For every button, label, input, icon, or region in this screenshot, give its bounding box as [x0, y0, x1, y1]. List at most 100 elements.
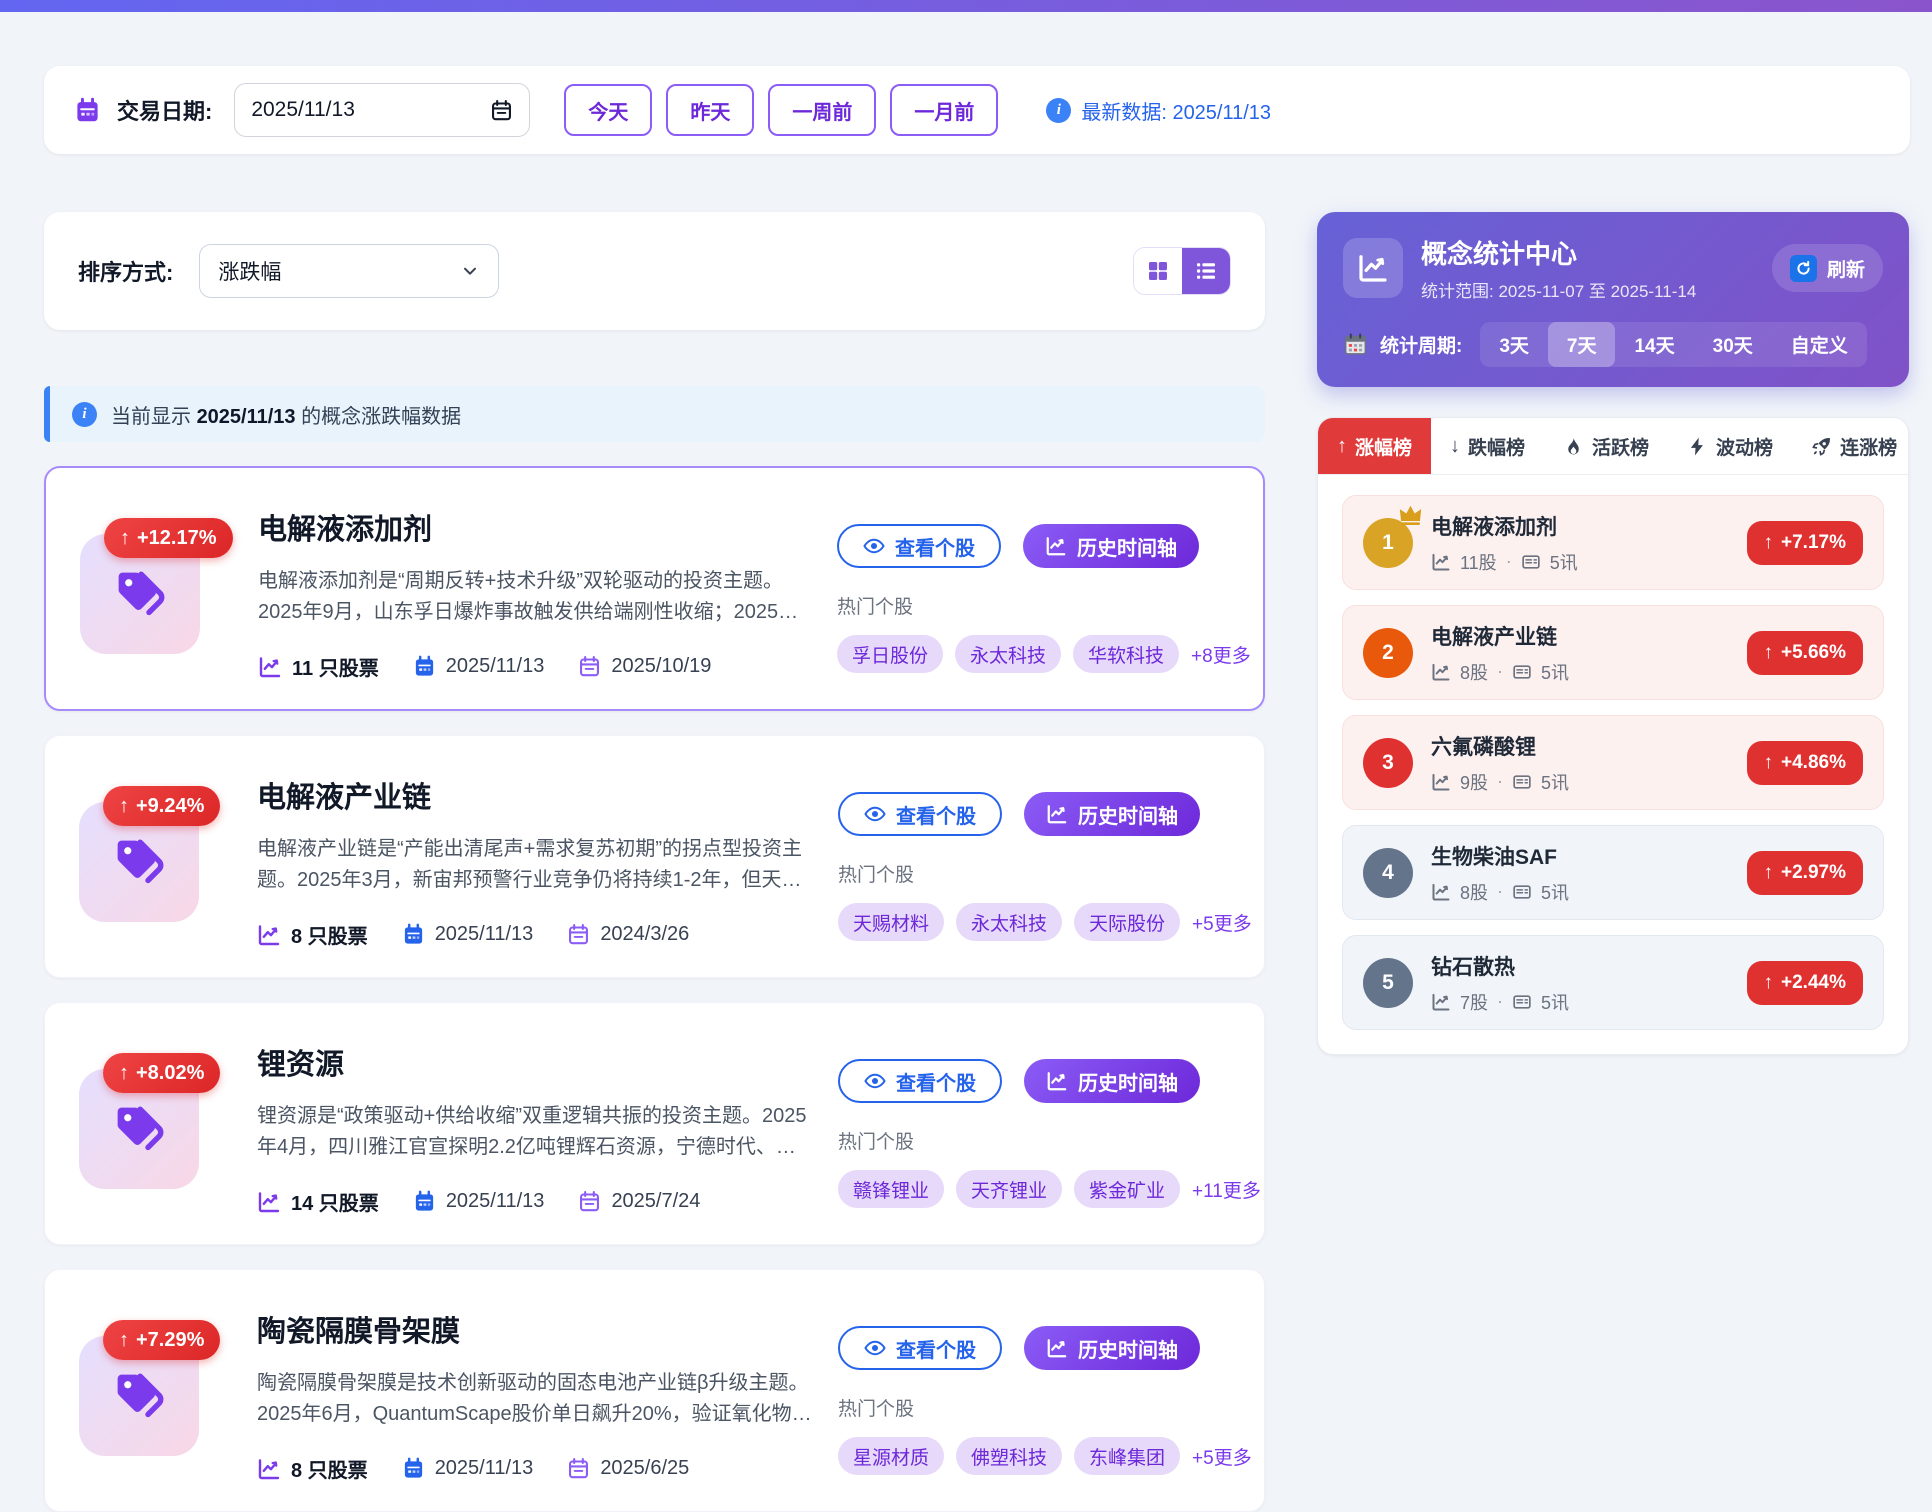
up-arrow-icon: ↑	[1764, 972, 1774, 994]
calendar-icon	[567, 1457, 590, 1480]
concept-title[interactable]: 锂资源	[257, 1041, 812, 1083]
more-stocks-link[interactable]: +11更多	[1192, 1176, 1261, 1203]
more-stocks-link[interactable]: +5更多	[1192, 1443, 1252, 1470]
create-date: 2025/10/19	[578, 655, 711, 678]
rank-item[interactable]: 4 生物柴油SAF 8股 · 5讯 ↑+2.97%	[1342, 825, 1884, 920]
flame-icon	[1563, 436, 1584, 457]
rank-concept-name: 电解液产业链	[1431, 621, 1729, 651]
stats-range: 统计范围: 2025-11-07 至 2025-11-14	[1421, 277, 1696, 302]
rank-item[interactable]: 1 电解液添加剂 11股 · 5讯 ↑+	[1342, 495, 1884, 590]
stock-chip[interactable]: 天赐材料	[838, 903, 944, 941]
calendar-icon	[578, 1190, 601, 1213]
view-stocks-button[interactable]: 查看个股	[837, 524, 1001, 568]
tab-streak[interactable]: 连涨榜	[1792, 418, 1909, 474]
period-label: 统计周期:	[1380, 331, 1462, 358]
grid-icon	[1146, 259, 1170, 283]
more-stocks-link[interactable]: +5更多	[1192, 909, 1252, 936]
chart-line-icon	[258, 655, 282, 679]
history-timeline-button[interactable]: 历史时间轴	[1024, 1059, 1200, 1103]
news-icon	[1512, 882, 1532, 902]
rank-number: 3	[1363, 738, 1413, 788]
stock-chip[interactable]: 天齐锂业	[956, 1170, 1062, 1208]
period-7d-button[interactable]: 7天	[1548, 322, 1616, 367]
tab-losers[interactable]: ↓跌幅榜	[1431, 418, 1544, 474]
stock-chip[interactable]: 赣锋锂业	[838, 1170, 944, 1208]
info-icon: i	[1046, 98, 1071, 123]
rank-change-badge: ↑+7.17%	[1747, 521, 1863, 565]
stock-chip[interactable]: 永太科技	[956, 903, 1062, 941]
week-ago-button[interactable]: 一周前	[768, 84, 876, 136]
today-button[interactable]: 今天	[564, 84, 652, 136]
eye-icon	[864, 1337, 886, 1359]
month-ago-button[interactable]: 一月前	[890, 84, 998, 136]
sort-label: 排序方式:	[78, 255, 173, 287]
calendar-icon	[74, 97, 101, 124]
history-timeline-button[interactable]: 历史时间轴	[1024, 792, 1200, 836]
refresh-button[interactable]: 刷新	[1772, 244, 1883, 292]
history-timeline-button[interactable]: 历史时间轴	[1024, 1326, 1200, 1370]
crown-icon	[1397, 501, 1424, 528]
news-icon	[1512, 992, 1532, 1012]
tab-gainers[interactable]: ↑涨幅榜	[1318, 418, 1431, 474]
banner-text: 当前显示 2025/11/13 的概念涨跌幅数据	[111, 400, 461, 429]
concept-card: ↑+7.29% 陶瓷隔膜骨架膜 陶瓷隔膜骨架膜是技术创新驱动的固态电池产业链β升…	[44, 1269, 1265, 1512]
concept-title[interactable]: 电解液添加剂	[258, 506, 811, 548]
create-date: 2025/6/25	[567, 1457, 689, 1480]
stock-chip[interactable]: 孚日股份	[837, 635, 943, 673]
grid-view-button[interactable]	[1134, 248, 1182, 294]
hot-stocks-chips: 孚日股份 永太科技 华软科技 +8更多	[837, 635, 1229, 673]
stock-chip[interactable]: 天际股份	[1074, 903, 1180, 941]
rank-item[interactable]: 5 钻石散热 7股 · 5讯 ↑+2.44%	[1342, 935, 1884, 1030]
date-filter-bar: 交易日期: 2025/11/13 今天 昨天 一周前 一月前 i 最新数据: 2…	[44, 66, 1910, 154]
info-icon: i	[72, 402, 97, 427]
refresh-icon	[1790, 255, 1817, 282]
trade-date-value: 2025/11/13	[251, 98, 355, 122]
period-custom-button[interactable]: 自定义	[1772, 322, 1867, 367]
tab-volatility[interactable]: 波动榜	[1668, 418, 1792, 474]
stock-chip[interactable]: 华软科技	[1073, 635, 1179, 673]
up-arrow-icon: ↑	[1764, 532, 1774, 554]
stock-chip[interactable]: 佛塑科技	[956, 1437, 1062, 1475]
up-arrow-icon: ↑	[1764, 862, 1774, 884]
concept-title[interactable]: 电解液产业链	[257, 774, 812, 816]
period-14d-button[interactable]: 14天	[1615, 322, 1693, 367]
sort-select[interactable]: 涨跌幅	[199, 244, 499, 298]
chart-line-icon	[1431, 882, 1451, 902]
date-picker-icon[interactable]	[490, 99, 513, 122]
change-badge: ↑+9.24%	[103, 786, 220, 826]
rank-item[interactable]: 3 六氟磷酸锂 9股 · 5讯 ↑+4.86%	[1342, 715, 1884, 810]
period-30d-button[interactable]: 30天	[1694, 322, 1772, 367]
rank-list: 1 电解液添加剂 11股 · 5讯 ↑+	[1318, 475, 1908, 1030]
stock-chip[interactable]: 紫金矿业	[1074, 1170, 1180, 1208]
view-stocks-button[interactable]: 查看个股	[838, 1059, 1002, 1103]
list-icon	[1194, 259, 1218, 283]
up-arrow-icon: ↑	[1764, 752, 1774, 774]
top-accent-bar	[0, 0, 1932, 12]
history-timeline-button[interactable]: 历史时间轴	[1023, 524, 1199, 568]
trade-date-input[interactable]: 2025/11/13	[234, 83, 530, 137]
calendar-icon	[578, 655, 601, 678]
create-date: 2024/3/26	[567, 923, 689, 946]
rank-board: ↑涨幅榜 ↓跌幅榜 活跃榜 波动榜 连涨榜 1	[1317, 417, 1909, 1055]
tab-active[interactable]: 活跃榜	[1544, 418, 1668, 474]
stock-chip[interactable]: 永太科技	[955, 635, 1061, 673]
rank-item[interactable]: 2 电解液产业链 8股 · 5讯 ↑+5.66%	[1342, 605, 1884, 700]
stock-chip[interactable]: 星源材质	[838, 1437, 944, 1475]
change-badge: ↑+8.02%	[103, 1053, 220, 1093]
hot-stocks-label: 热门个股	[838, 860, 1230, 887]
period-3d-button[interactable]: 3天	[1480, 322, 1548, 367]
latest-data-text: 最新数据: 2025/11/13	[1081, 96, 1271, 125]
change-badge: ↑+7.29%	[103, 1320, 220, 1360]
news-icon	[1521, 552, 1541, 572]
more-stocks-link[interactable]: +8更多	[1191, 641, 1251, 668]
view-stocks-button[interactable]: 查看个股	[838, 792, 1002, 836]
rank-concept-name: 电解液添加剂	[1431, 511, 1729, 541]
list-view-button[interactable]	[1182, 248, 1230, 294]
yesterday-button[interactable]: 昨天	[666, 84, 754, 136]
view-stocks-button[interactable]: 查看个股	[838, 1326, 1002, 1370]
up-arrow-icon: ↑	[119, 795, 129, 818]
concept-title[interactable]: 陶瓷隔膜骨架膜	[257, 1308, 812, 1350]
stock-chip[interactable]: 东峰集团	[1074, 1437, 1180, 1475]
chart-line-icon	[257, 1190, 281, 1214]
chart-line-icon	[1431, 552, 1451, 572]
